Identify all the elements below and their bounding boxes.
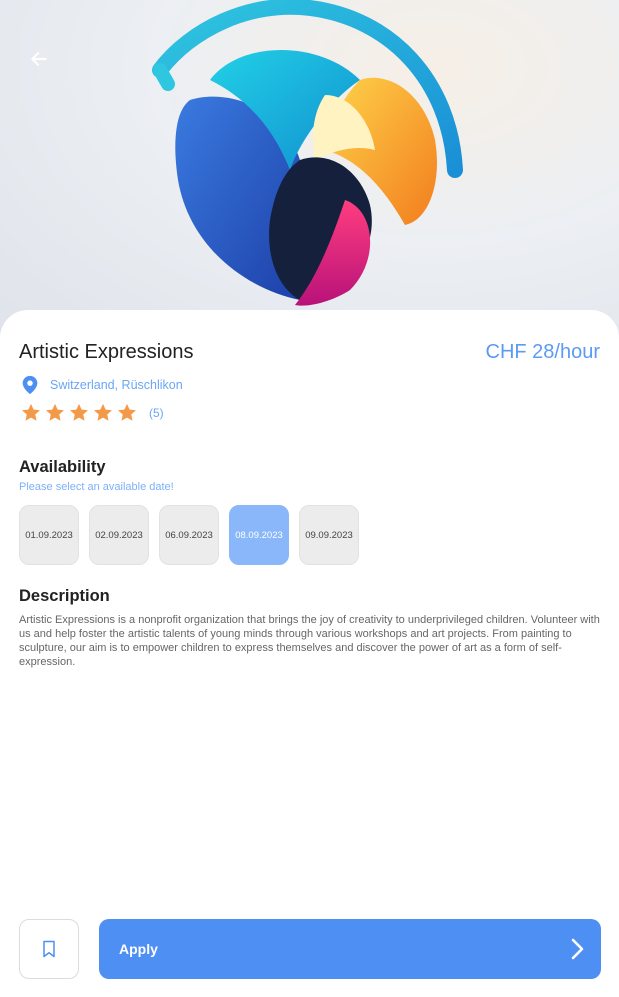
date-option-selected[interactable]: 08.09.2023 [229,505,289,565]
star-icon [46,403,64,421]
listing-title: Artistic Expressions [19,341,194,363]
date-option[interactable]: 09.09.2023 [299,505,359,565]
rating: (5) [19,402,164,424]
location-pin-icon [22,375,38,395]
availability-title: Availability [19,458,106,476]
star-icon [118,403,136,421]
location-text: Switzerland, Rüschlikon [50,378,183,392]
availability-subtitle: Please select an available date! [19,481,174,493]
date-option[interactable]: 01.09.2023 [19,505,79,565]
date-option[interactable]: 02.09.2023 [89,505,149,565]
description-title: Description [19,587,110,605]
star-icon [22,403,40,421]
bookmark-button[interactable] [19,919,79,979]
date-list: 01.09.2023 02.09.2023 06.09.2023 08.09.2… [19,505,359,565]
arrow-left-icon [31,52,47,66]
apply-button[interactable]: Apply [99,919,601,979]
chevron-right-icon [571,938,584,960]
star-icon [70,403,88,421]
apply-label: Apply [119,941,158,957]
listing-price: CHF 28/hour [485,341,601,363]
description-text: Artistic Expressions is a nonprofit orga… [19,614,600,668]
bookmark-icon [43,940,55,958]
date-option[interactable]: 06.09.2023 [159,505,219,565]
back-button[interactable] [24,44,54,74]
location: Switzerland, Rüschlikon [19,374,183,396]
rating-count: (5) [149,406,164,420]
star-icon [94,403,112,421]
organization-logo [152,0,463,306]
hero-image [0,0,619,340]
